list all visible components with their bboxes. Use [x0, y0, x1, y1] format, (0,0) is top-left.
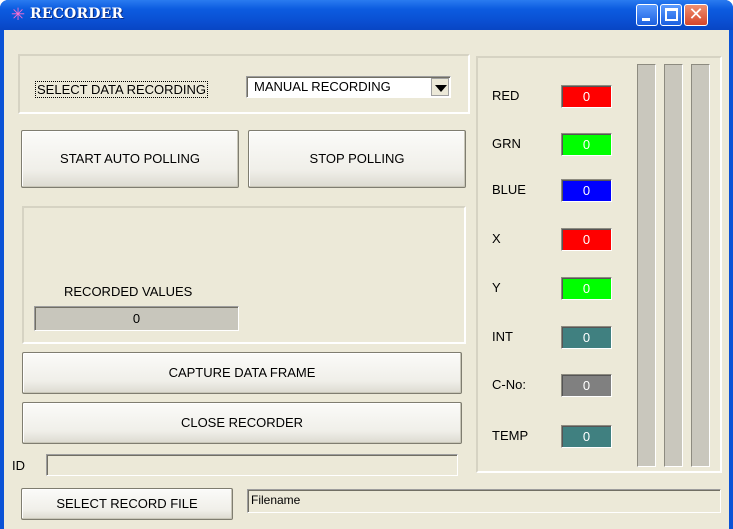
- recorded-values-count: 0: [34, 306, 239, 331]
- id-label: ID: [12, 458, 25, 473]
- select-data-recording-label: SELECT DATA RECORDING: [35, 81, 209, 98]
- filename-field[interactable]: Filename: [247, 489, 721, 513]
- readout-label: TEMP: [492, 428, 529, 443]
- minimize-icon: [642, 18, 650, 21]
- readout-label: BLUE: [492, 182, 526, 197]
- select-record-file-label: SELECT RECORD FILE: [56, 496, 198, 511]
- recorder-window: ✳ RECORDER ✕ SELECT DATA RECORDING MANUA…: [0, 0, 733, 529]
- dropdown-arrow-button[interactable]: [431, 78, 449, 96]
- id-field[interactable]: [46, 454, 458, 476]
- minimize-button[interactable]: [636, 4, 658, 26]
- readout-value: 0: [561, 179, 612, 202]
- recording-mode-select[interactable]: MANUAL RECORDING: [246, 76, 451, 98]
- readout-label: INT: [492, 329, 513, 344]
- level-bar-1: [637, 64, 656, 467]
- maximize-icon: [665, 8, 678, 21]
- maximize-button[interactable]: [660, 4, 682, 26]
- level-bar-2: [664, 64, 683, 467]
- chevron-down-icon: [435, 85, 447, 92]
- close-recorder-label: CLOSE RECORDER: [180, 415, 304, 430]
- readout-value: 0: [561, 85, 612, 108]
- level-bar-3: [691, 64, 710, 467]
- readout-label: RED: [492, 88, 520, 103]
- start-auto-polling-label: START AUTO POLLING: [60, 151, 200, 166]
- select-record-file-button[interactable]: SELECT RECORD FILE: [21, 488, 233, 520]
- readout-value: 0: [561, 374, 612, 397]
- capture-data-frame-label: CAPTURE DATA FRAME: [168, 365, 316, 380]
- sparkle-icon: ✳: [10, 5, 26, 25]
- window-title: RECORDER: [30, 6, 124, 22]
- close-icon: ✕: [688, 4, 704, 25]
- recorded-values-label: RECORDED VALUES: [64, 284, 193, 299]
- readout-value: 0: [561, 277, 612, 300]
- close-window-button[interactable]: ✕: [684, 4, 708, 26]
- stop-polling-button[interactable]: STOP POLLING: [248, 130, 466, 188]
- readout-value: 0: [561, 228, 612, 251]
- recording-mode-group: SELECT DATA RECORDING MANUAL RECORDING: [18, 54, 470, 114]
- stop-polling-label: STOP POLLING: [309, 151, 405, 166]
- readout-value: 0: [561, 425, 612, 448]
- filename-value: Filename: [251, 493, 301, 507]
- readout-panel: RED 0 GRN 0 BLUE 0 X 0 Y 0 INT 0 C-No: 0 TEMP 0: [476, 56, 722, 473]
- recorded-values-group: RECORDED VALUES 0: [22, 206, 466, 344]
- readout-label: GRN: [492, 136, 521, 151]
- readout-label: X: [492, 231, 501, 246]
- capture-data-frame-button[interactable]: CAPTURE DATA FRAME: [22, 352, 462, 394]
- title-bar[interactable]: ✳ RECORDER ✕: [0, 0, 733, 30]
- readout-label: C-No:: [492, 377, 526, 392]
- client-area: SELECT DATA RECORDING MANUAL RECORDING S…: [4, 30, 729, 529]
- readout-value: 0: [561, 326, 612, 349]
- start-auto-polling-button[interactable]: START AUTO POLLING: [21, 130, 239, 188]
- readout-label: Y: [492, 280, 501, 295]
- close-recorder-button[interactable]: CLOSE RECORDER: [22, 402, 462, 444]
- recording-mode-value: MANUAL RECORDING: [254, 79, 391, 94]
- readout-value: 0: [561, 133, 612, 156]
